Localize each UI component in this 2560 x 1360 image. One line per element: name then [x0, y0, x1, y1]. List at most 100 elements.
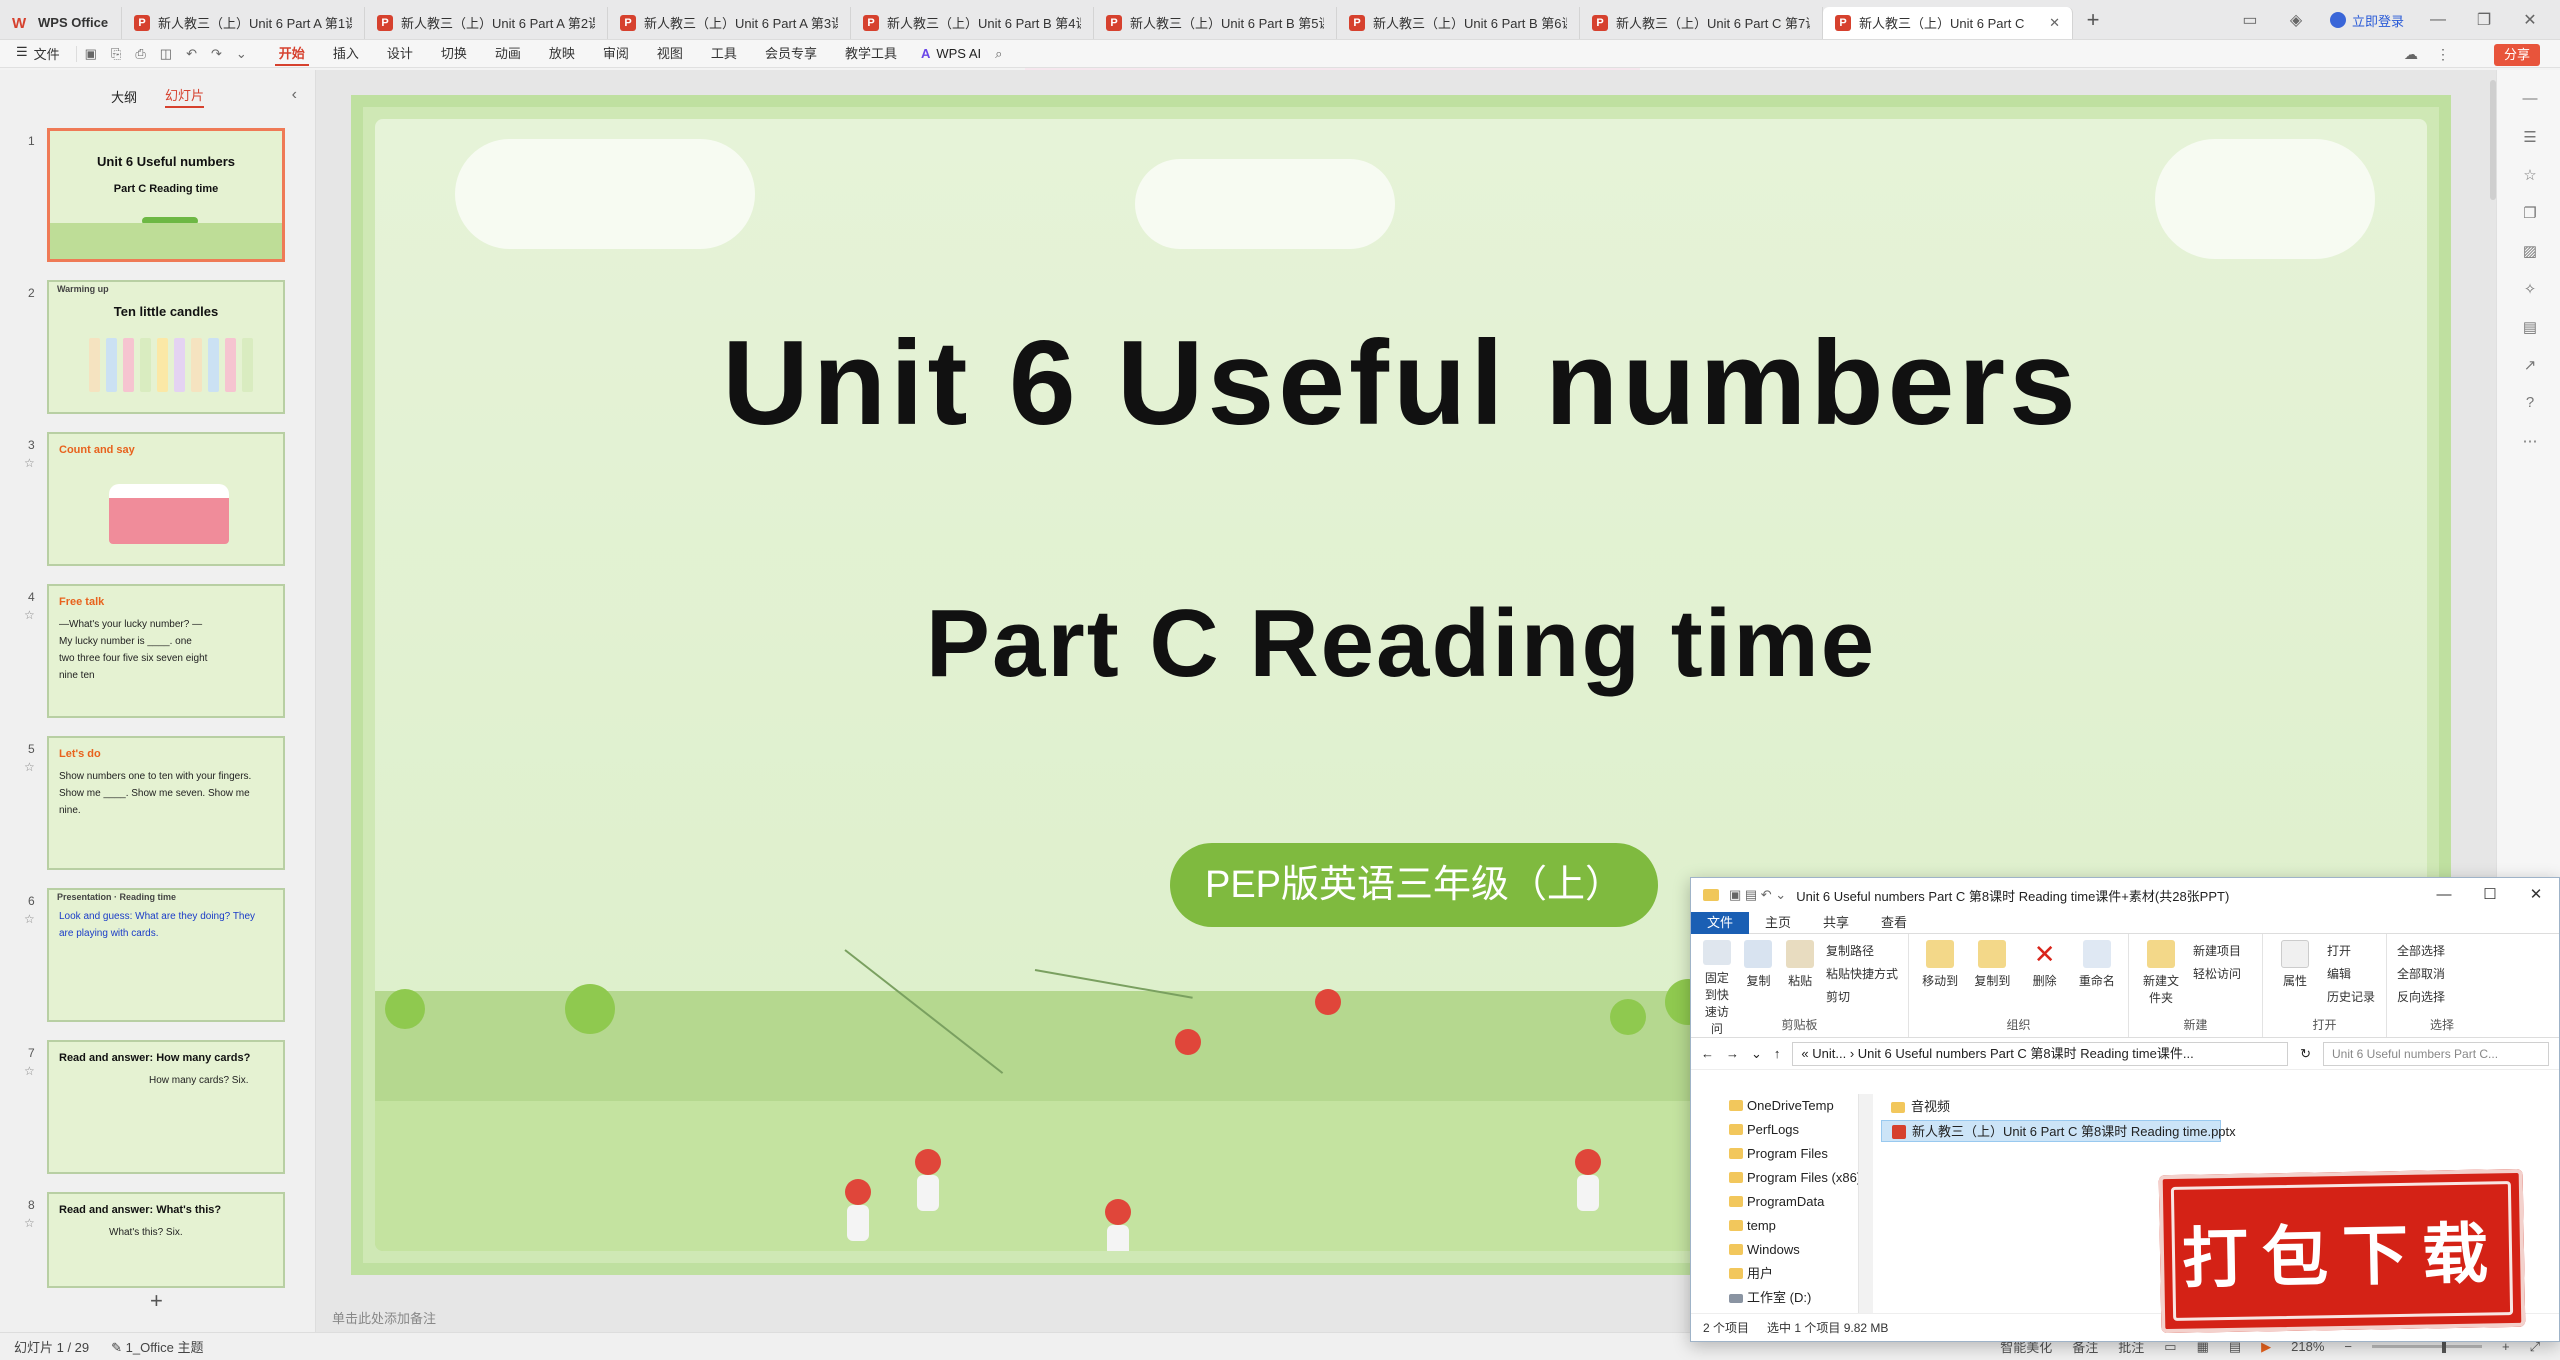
undo-icon[interactable]: ↶ — [186, 46, 197, 62]
share-icon[interactable]: ↗ — [2521, 356, 2539, 374]
copy-path-button[interactable]: 复制路径 — [1826, 942, 1898, 959]
new-tab-button[interactable]: + — [2073, 7, 2113, 33]
print-icon[interactable]: ⎙ — [135, 46, 145, 62]
collapse-panel-icon[interactable]: ‹ — [292, 86, 297, 104]
back-icon[interactable]: ← — [1701, 1046, 1714, 1061]
select-none-button[interactable]: 全部取消 — [2397, 965, 2445, 982]
nav-item[interactable]: Windows — [1691, 1238, 1858, 1262]
add-slide-button[interactable]: + — [150, 1288, 163, 1314]
tab-tools[interactable]: 工具 — [697, 40, 751, 68]
tab-slideshow[interactable]: 放映 — [535, 40, 589, 68]
tab-animation[interactable]: 动画 — [481, 40, 535, 68]
thumbnail[interactable]: Read and answer: How many cards? How man… — [47, 1040, 285, 1174]
slide-thumb-3[interactable]: 3 ☆ Count and say — [0, 432, 316, 576]
tab-doc-active[interactable]: P 新人教三（上）Unit 6 Part C ✕ — [1823, 6, 2073, 39]
tab-doc-5[interactable]: P 新人教三（上）Unit 6 Part B 第5课时 — [1094, 6, 1337, 39]
tab-share[interactable]: 共享 — [1807, 912, 1865, 934]
nav-item[interactable]: Program Files — [1691, 1142, 1858, 1166]
tab-outline[interactable]: 大纲 — [111, 87, 137, 106]
more-icon[interactable]: ⋯ — [2521, 432, 2539, 450]
wps-ai-button[interactable]: A WPS AI — [911, 46, 981, 61]
book-icon[interactable]: ▤ — [2521, 318, 2539, 336]
nav-scrollbar[interactable] — [1859, 1094, 1873, 1314]
preview-icon[interactable]: ◫ — [160, 46, 172, 62]
tab-doc-4[interactable]: P 新人教三（上）Unit 6 Part B 第4课时 — [851, 6, 1094, 39]
notes-field[interactable]: 单击此处添加备注 — [316, 1300, 1696, 1332]
tab-member[interactable]: 会员专享 — [751, 40, 831, 68]
cut-button[interactable]: 剪切 — [1826, 988, 1898, 1005]
slide-thumb-1[interactable]: 1 Unit 6 Useful numbers Part C Reading t… — [0, 128, 316, 272]
up-icon[interactable]: ↑ — [1774, 1046, 1781, 1061]
open-button[interactable]: 打开 — [2327, 942, 2375, 959]
download-stamp[interactable]: 打包下载 — [2158, 1168, 2526, 1334]
slide-thumb-8[interactable]: 8 ☆ Read and answer: What's this? What's… — [0, 1192, 316, 1336]
window-layout-icon[interactable]: ▭ — [2238, 10, 2262, 30]
thumbnail[interactable]: Warming up Ten little candles — [47, 280, 285, 414]
slide-subtitle[interactable]: Part C Reading time — [375, 589, 2427, 699]
tab-home[interactable]: 主页 — [1749, 912, 1807, 934]
tab-design[interactable]: 设计 — [373, 40, 427, 68]
sliders-icon[interactable]: ☰ — [2521, 128, 2539, 146]
minus-icon[interactable]: — — [2521, 90, 2539, 108]
thumbnail[interactable]: Presentation · Reading time Look and gue… — [47, 888, 285, 1022]
list-item[interactable]: 新人教三（上）Unit 6 Part C 第8课时 Reading time.p… — [1881, 1120, 2236, 1142]
magic-icon[interactable]: ✧ — [2521, 280, 2539, 298]
nav-drive[interactable]: 工作室 (D:) — [1691, 1286, 1858, 1310]
theme-indicator[interactable]: ✎ 1_Office 主题 — [111, 1337, 203, 1356]
thumbnail[interactable]: Let's do Show numbers one to ten with yo… — [47, 736, 285, 870]
nav-item[interactable]: ProgramData — [1691, 1190, 1858, 1214]
help-icon[interactable]: ? — [2521, 394, 2539, 412]
tab-home[interactable]: 开始 — [265, 40, 319, 68]
slide-thumb-5[interactable]: 5 ☆ Let's do Show numbers one to ten wit… — [0, 736, 316, 880]
explorer-titlebar[interactable]: ▣ ▤ ↶ ⌄ Unit 6 Useful numbers Part C 第8课… — [1691, 878, 2559, 912]
slide-title[interactable]: Unit 6 Useful numbers — [375, 314, 2427, 452]
login-button[interactable]: 立即登录 — [2329, 11, 2404, 30]
tab-insert[interactable]: 插入 — [319, 40, 373, 68]
tab-review[interactable]: 审阅 — [589, 40, 643, 68]
path-field[interactable]: « Unit... › Unit 6 Useful numbers Part C… — [1792, 1041, 2289, 1066]
thumbnail[interactable]: Read and answer: What's this? What's thi… — [47, 1192, 285, 1288]
tab-slides[interactable]: 幻灯片 — [165, 85, 205, 108]
close-window-button[interactable]: ✕ — [2518, 10, 2542, 30]
thumbnail[interactable]: Count and say — [47, 432, 285, 566]
grade-badge[interactable]: PEP版英语三年级（上） — [1170, 843, 1658, 927]
tab-teaching-tools[interactable]: 教学工具 — [831, 40, 911, 68]
copy-icon[interactable]: ❐ — [2521, 204, 2539, 222]
minimize-button[interactable]: — — [2421, 878, 2467, 912]
tab-doc-1[interactable]: P 新人教三（上）Unit 6 Part A 第1课时 — [122, 6, 365, 39]
history-button[interactable]: 历史记录 — [2327, 988, 2375, 1005]
nav-item[interactable]: 用户 — [1691, 1262, 1858, 1286]
tab-doc-6[interactable]: P 新人教三（上）Unit 6 Part B 第6课时 — [1337, 6, 1580, 39]
list-item[interactable]: 音视频 — [1881, 1096, 2221, 1118]
file-menu[interactable]: ☰ 文件 — [0, 44, 76, 63]
new-item-button[interactable]: 新建项目 — [2193, 942, 2241, 959]
forward-icon[interactable]: → — [1726, 1046, 1739, 1061]
search-icon[interactable]: ⌕ — [981, 46, 1002, 62]
star-icon[interactable]: ☆ — [2521, 166, 2539, 184]
invert-selection-button[interactable]: 反向选择 — [2397, 988, 2445, 1005]
cube-icon[interactable]: ◈ — [2284, 10, 2308, 30]
chevron-down-icon[interactable]: ⌄ — [236, 46, 247, 62]
restore-button[interactable]: ❐ — [2472, 10, 2496, 30]
tab-doc-2[interactable]: P 新人教三（上）Unit 6 Part A 第2课时 — [365, 6, 608, 39]
paste-shortcut-button[interactable]: 粘贴快捷方式 — [1826, 965, 1898, 982]
tab-wps-home[interactable]: W WPS Office — [0, 6, 122, 39]
save-icon[interactable]: ▣ — [85, 46, 97, 62]
slide-thumb-4[interactable]: 4 ☆ Free talk —What's your lucky number?… — [0, 584, 316, 728]
edit-button[interactable]: 编辑 — [2327, 965, 2375, 982]
share-button[interactable]: 分享 — [2493, 44, 2540, 66]
select-all-button[interactable]: 全部选择 — [2397, 942, 2445, 959]
nav-item[interactable]: Program Files (x86) — [1691, 1166, 1858, 1190]
tab-view[interactable]: 视图 — [643, 40, 697, 68]
image-icon[interactable]: ▨ — [2521, 242, 2539, 260]
close-window-button[interactable]: ✕ — [2513, 878, 2559, 912]
tab-view[interactable]: 查看 — [1865, 912, 1923, 934]
slide-thumb-7[interactable]: 7 ☆ Read and answer: How many cards? How… — [0, 1040, 316, 1184]
tab-doc-3[interactable]: P 新人教三（上）Unit 6 Part A 第3课时 — [608, 6, 851, 39]
thumbnail[interactable]: Free talk —What's your lucky number? —My… — [47, 584, 285, 718]
nav-item[interactable]: OneDriveTemp — [1691, 1094, 1858, 1118]
maximize-button[interactable]: ☐ — [2467, 878, 2513, 912]
redo-icon[interactable]: ↷ — [211, 46, 222, 62]
easy-access-button[interactable]: 轻松访问 — [2193, 965, 2241, 982]
thumbnail[interactable]: Unit 6 Useful numbers Part C Reading tim… — [47, 128, 285, 262]
